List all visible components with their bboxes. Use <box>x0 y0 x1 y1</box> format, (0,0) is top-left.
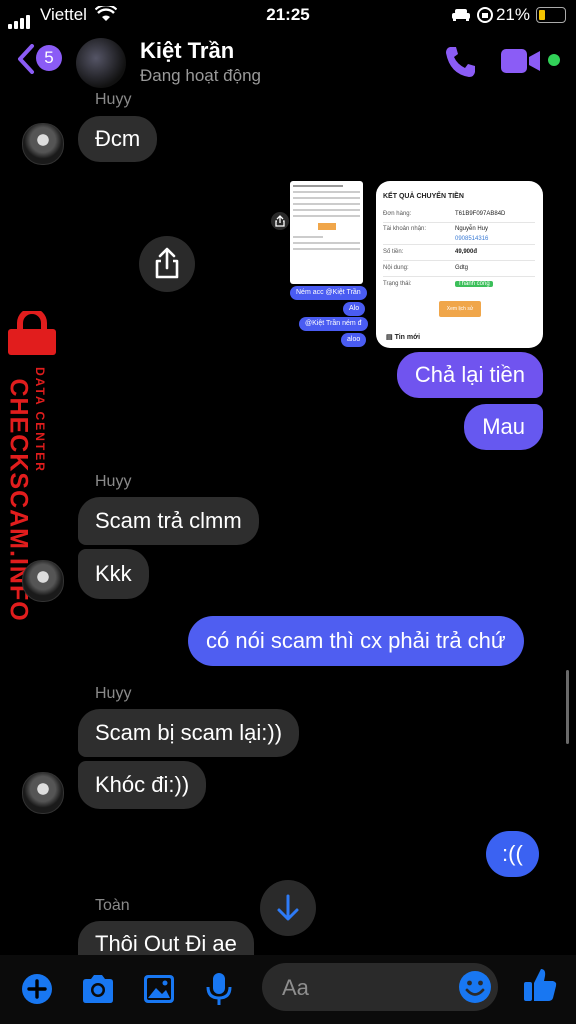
sender-avatar[interactable] <box>22 560 64 602</box>
online-indicator <box>548 54 560 66</box>
mini-bubble: Alo <box>343 302 366 316</box>
screenshot-thumbnail[interactable] <box>290 181 363 284</box>
message-input-placeholder: Aa <box>282 975 309 1000</box>
receipt-row: Nội dung: Gdtg <box>383 260 535 277</box>
mini-bubble: Ném acc @Kiệt Trần <box>290 286 367 300</box>
receipt-title: KẾT QUẢ CHUYỂN TIỀN <box>383 193 464 200</box>
sender-avatar[interactable] <box>22 123 64 165</box>
phone-icon[interactable] <box>443 44 479 80</box>
sender-name: Huyy <box>95 91 132 108</box>
share-icon <box>275 215 285 227</box>
watermark-subtitle: DATA CENTER <box>33 367 47 473</box>
sender-name: Huyy <box>95 473 132 490</box>
video-camera-icon[interactable] <box>500 46 542 76</box>
watermark-text: CHECKSCAM.INFO <box>4 378 33 622</box>
message-composer: Aa <box>0 955 576 1024</box>
car-icon <box>452 9 470 21</box>
message-bubble-incoming[interactable]: Scam bị scam lại:)) <box>78 709 300 757</box>
plus-icon[interactable] <box>19 971 55 1007</box>
mini-bubble: aloo <box>341 333 367 347</box>
receipt-row: Tài khoản nhận: Nguyễn Huy 0908514316 <box>383 222 535 245</box>
message-bubble-outgoing[interactable]: có nói scam thì cx phải trả chứ <box>188 616 524 666</box>
message-bubble-outgoing[interactable]: Mau <box>464 404 543 450</box>
message-input[interactable]: Aa <box>262 963 498 1011</box>
back-chevron-icon[interactable] <box>16 44 36 74</box>
sender-avatar[interactable] <box>22 772 64 814</box>
unread-count-badge[interactable]: 5 <box>36 45 62 71</box>
battery-icon <box>536 7 566 23</box>
contact-status: Đang hoạt động <box>140 66 261 85</box>
rotation-lock-icon <box>477 7 493 23</box>
microphone-icon[interactable] <box>201 971 237 1007</box>
mini-share-button[interactable] <box>271 212 289 230</box>
scrollbar[interactable] <box>566 670 569 744</box>
status-badge: Thành công <box>455 281 493 287</box>
share-icon <box>155 247 179 279</box>
message-bubble-incoming[interactable]: Kkk <box>78 549 149 599</box>
sender-name: Huyy <box>95 685 132 702</box>
scroll-to-bottom-button[interactable] <box>260 880 316 936</box>
mini-bubble: @Kiệt Trần ném đ <box>299 317 368 331</box>
image-icon[interactable] <box>141 971 177 1007</box>
message-bubble-incoming[interactable]: Scam trả clmm <box>78 497 259 545</box>
thumbs-up-icon[interactable] <box>520 965 560 1005</box>
contact-name[interactable]: Kiệt Trần <box>140 38 234 64</box>
news-icon: ▤ <box>386 334 395 341</box>
camera-icon[interactable] <box>80 971 116 1007</box>
receipt-row: Đơn hàng: T61B9F097AB84D <box>383 206 535 223</box>
chat-header: 5 Kiệt Trần Đang hoạt động <box>0 30 576 94</box>
receipt-screenshot[interactable]: KẾT QUẢ CHUYỂN TIỀN Đơn hàng: T61B9F097AB… <box>376 181 543 348</box>
battery-percent: 21% <box>495 5 530 24</box>
receipt-row: Số tiền: 49,900đ <box>383 244 535 261</box>
receipt-row: Trạng thái: Thành công <box>383 276 535 292</box>
message-bubble-outgoing[interactable]: Chả lại tiền <box>396 352 543 398</box>
lock-icon <box>8 311 56 355</box>
emoji-icon[interactable] <box>458 970 492 1004</box>
message-bubble-incoming[interactable]: Khóc đi:)) <box>78 761 207 809</box>
message-bubble-incoming[interactable]: Đcm <box>78 116 158 162</box>
news-label: ▤ Tin mới <box>386 334 421 341</box>
status-bar: Viettel 21:25 21% <box>0 0 576 30</box>
contact-avatar[interactable] <box>76 38 126 88</box>
history-button: Xem lịch sử <box>439 301 481 317</box>
arrow-down-icon <box>277 894 299 921</box>
share-button[interactable] <box>139 236 195 292</box>
message-bubble-outgoing[interactable]: :(( <box>486 831 539 877</box>
sender-name: Toàn <box>95 897 130 914</box>
